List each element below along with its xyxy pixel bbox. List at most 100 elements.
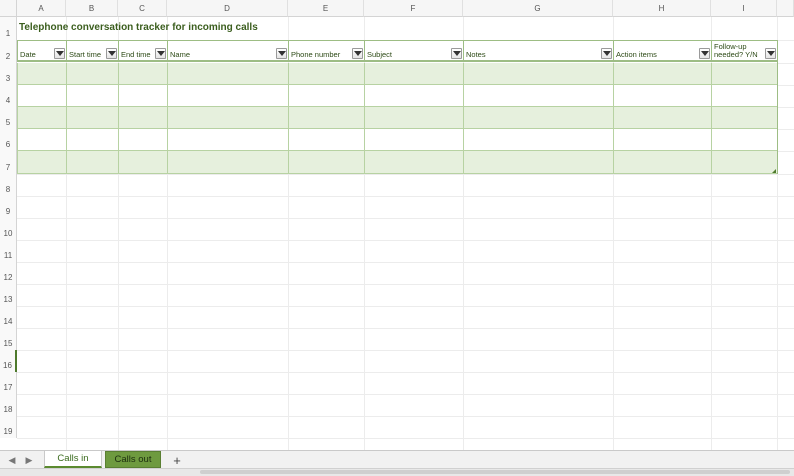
row-header-19[interactable]: 19 xyxy=(0,416,17,438)
table-cell[interactable] xyxy=(463,107,613,129)
row-header-7[interactable]: 7 xyxy=(0,151,17,174)
filter-dropdown-icon[interactable] xyxy=(451,48,462,59)
table-cell[interactable] xyxy=(364,107,463,129)
table-cell[interactable] xyxy=(613,151,711,174)
table-cell[interactable] xyxy=(288,63,364,85)
tab-calls-out[interactable]: Calls out xyxy=(105,451,161,468)
table-header-cell[interactable]: Phone number xyxy=(288,40,364,62)
row-header-5[interactable]: 5 xyxy=(0,107,17,129)
table-cell[interactable] xyxy=(118,85,167,107)
table-cell[interactable] xyxy=(66,63,118,85)
table-cell[interactable] xyxy=(364,85,463,107)
table-cell[interactable] xyxy=(613,63,711,85)
scrollbar-thumb[interactable] xyxy=(200,470,790,474)
filter-dropdown-icon[interactable] xyxy=(155,48,166,59)
column-header-d[interactable]: D xyxy=(167,0,288,17)
filter-dropdown-icon[interactable] xyxy=(765,48,776,59)
column-header-a[interactable]: A xyxy=(17,0,66,17)
row-header-3[interactable]: 3 xyxy=(0,63,17,85)
column-header-f[interactable]: F xyxy=(364,0,463,17)
row-header-17[interactable]: 17 xyxy=(0,372,17,394)
table-cell[interactable] xyxy=(711,63,777,85)
row-header-1[interactable]: 1 xyxy=(0,17,17,40)
table-cell[interactable] xyxy=(288,151,364,174)
table-cell[interactable] xyxy=(288,107,364,129)
column-header-b[interactable]: B xyxy=(66,0,118,17)
table-cell[interactable] xyxy=(118,129,167,151)
filter-dropdown-icon[interactable] xyxy=(54,48,65,59)
table-cell[interactable] xyxy=(66,107,118,129)
table-header-cell[interactable]: Date xyxy=(17,40,66,62)
filter-dropdown-icon[interactable] xyxy=(601,48,612,59)
table-header-cell[interactable]: Action items xyxy=(613,40,711,62)
table-cell[interactable] xyxy=(288,85,364,107)
column-header-e[interactable]: E xyxy=(288,0,364,17)
table-cell[interactable] xyxy=(613,107,711,129)
table-cell[interactable] xyxy=(66,85,118,107)
table-cell[interactable] xyxy=(288,129,364,151)
prev-sheet-icon[interactable]: ◀ xyxy=(6,454,18,466)
table-cell[interactable] xyxy=(17,63,66,85)
row-header-10[interactable]: 10 xyxy=(0,218,17,240)
table-cell[interactable] xyxy=(66,151,118,174)
table-cell[interactable] xyxy=(167,107,288,129)
table-resize-handle[interactable] xyxy=(772,169,776,173)
column-header-g[interactable]: G xyxy=(463,0,613,17)
row-header-2[interactable]: 2 xyxy=(0,40,17,63)
table-cell[interactable] xyxy=(463,85,613,107)
table-cell[interactable] xyxy=(463,63,613,85)
row-header-9[interactable]: 9 xyxy=(0,196,17,218)
table-cell[interactable] xyxy=(17,107,66,129)
table-cell[interactable] xyxy=(167,85,288,107)
table-cell[interactable] xyxy=(118,63,167,85)
row-header-13[interactable]: 13 xyxy=(0,284,17,306)
row-header-16[interactable]: 16 xyxy=(0,350,17,372)
filter-dropdown-icon[interactable] xyxy=(352,48,363,59)
table-cell[interactable] xyxy=(167,151,288,174)
row-header-8[interactable]: 8 xyxy=(0,174,17,196)
table-cell[interactable] xyxy=(17,129,66,151)
table-header-cell[interactable]: Subject xyxy=(364,40,463,62)
table-cell[interactable] xyxy=(711,107,777,129)
table-cell[interactable] xyxy=(364,129,463,151)
table-cell[interactable] xyxy=(711,151,777,174)
filter-dropdown-icon[interactable] xyxy=(276,48,287,59)
table-cell[interactable] xyxy=(167,63,288,85)
table-cell[interactable] xyxy=(364,63,463,85)
column-header-h[interactable]: H xyxy=(613,0,711,17)
table-cell[interactable] xyxy=(364,151,463,174)
table-header-cell[interactable]: End time xyxy=(118,40,167,62)
row-header-4[interactable]: 4 xyxy=(0,85,17,107)
column-header-i[interactable]: I xyxy=(711,0,777,17)
table-cell[interactable] xyxy=(463,129,613,151)
table-header-cell[interactable]: Notes xyxy=(463,40,613,62)
row-header-6[interactable]: 6 xyxy=(0,129,17,151)
table-cell[interactable] xyxy=(66,129,118,151)
table-cell[interactable] xyxy=(118,151,167,174)
sheet-title[interactable]: Telephone conversation tracker for incom… xyxy=(19,22,258,33)
table-cell[interactable] xyxy=(463,151,613,174)
row-header-11[interactable]: 11 xyxy=(0,240,17,262)
table-cell[interactable] xyxy=(613,129,711,151)
table-header-cell[interactable]: Follow-up needed? Y/N xyxy=(711,40,777,62)
table-cell[interactable] xyxy=(17,85,66,107)
column-header-c[interactable]: C xyxy=(118,0,167,17)
row-header-18[interactable]: 18 xyxy=(0,394,17,416)
row-header-14[interactable]: 14 xyxy=(0,306,17,328)
table-header-cell[interactable]: Name xyxy=(167,40,288,62)
next-sheet-icon[interactable]: ▶ xyxy=(23,454,35,466)
table-header-cell[interactable]: Start time xyxy=(66,40,118,62)
select-all-corner[interactable] xyxy=(0,0,17,17)
table-cell[interactable] xyxy=(17,151,66,174)
table-cell[interactable] xyxy=(711,85,777,107)
add-sheet-icon[interactable]: + xyxy=(169,452,185,468)
table-cell[interactable] xyxy=(613,85,711,107)
row-header-12[interactable]: 12 xyxy=(0,262,17,284)
filter-dropdown-icon[interactable] xyxy=(699,48,710,59)
table-cell[interactable] xyxy=(711,129,777,151)
table-cell[interactable] xyxy=(167,129,288,151)
tab-calls-in[interactable]: Calls in xyxy=(44,451,102,468)
table-cell[interactable] xyxy=(118,107,167,129)
row-header-15[interactable]: 15 xyxy=(0,328,17,350)
filter-dropdown-icon[interactable] xyxy=(106,48,117,59)
